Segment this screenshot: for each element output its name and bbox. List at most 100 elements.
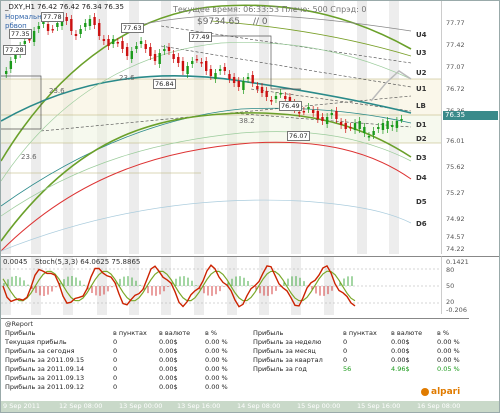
osc-axis: 0.1421 80 50 20 -0.206 [441,256,499,314]
price-tick: 76.01 [446,137,465,145]
report-left-pts: 0 [113,356,118,364]
time-tick: 13 Sep 16:00 [177,402,221,410]
candle-body [228,74,231,79]
candle-body [381,123,385,130]
time-tick: 16 Sep 08:00 [417,402,461,410]
candle-body [302,111,306,113]
candle-body [321,117,324,121]
report-left-pts: 0 [113,383,118,391]
level-label-d4: D4 [416,174,427,182]
fib-zone [1,115,441,143]
candle-body [5,71,8,74]
candle-body [330,113,333,115]
candle-body [9,61,13,69]
stochastic-panel[interactable]: 0.0045 Stoch(5,3,3) 64.0625 75.8865 [1,256,441,315]
level-label-u1: U1 [416,85,427,93]
candle-body [391,125,394,127]
candle-body [163,49,166,51]
report-left-label: Прибыль за 2011.09.12 [5,383,85,391]
candle-body [93,17,96,25]
candle-body [111,39,115,44]
price-badge: 76.84 [153,79,176,89]
candle-body [284,96,287,99]
candle-body [130,51,133,59]
report-right-pts: 0 [343,347,348,355]
level-label-d1: D1 [416,121,427,129]
price-axis[interactable]: 77.77 77.42 77.07 76.72 76.36 76.01 75.6… [441,1,499,254]
candle-body [214,73,217,79]
current-price-marker: 76.35 [443,111,498,120]
time-tick: 9 Sep 2011 [3,402,41,410]
report-left-cur: 0.00$ [159,365,178,373]
candle-body [32,31,36,42]
report-left-pts: в пунктах [113,329,147,337]
osc-tick: 50 [446,282,455,290]
price-tick: 74.22 [446,245,465,253]
price-tick: 75.27 [446,189,465,197]
osc-prefix: 0.0045 [3,258,28,266]
osc-tick: -0.206 [446,306,467,314]
time-tick: 13 Sep 00:00 [119,402,163,410]
server-time: Текущее время: 06:33:53 Плечо: 500 Спрэд… [173,5,367,14]
candle-body [209,69,213,76]
time-axis[interactable]: 9 Sep 2011 12 Sep 08:00 13 Sep 00:00 13 … [1,401,499,412]
candle-body [195,59,199,61]
candle-body [256,86,259,89]
candle-body [158,53,161,64]
ma-blue [0,199,412,252]
report-left-label: Текущая прибыль [5,338,67,346]
report-right-pct: 0.00 % [437,338,460,346]
fib-label: 23.6 [21,153,37,161]
report-left-pct: 0.00 % [205,347,228,355]
balance: $9734.65 [197,17,240,27]
candle-body [51,29,54,31]
ma-red [0,141,412,252]
candle-body [395,121,399,128]
candle-body [260,87,264,93]
report-left-cur: 0.00$ [159,383,178,391]
price-badge: 77.63 [121,23,144,33]
candle-body [125,47,129,56]
candle-body [23,41,27,44]
report-left-pct: 0.00 % [205,365,228,373]
price-tick: 74.92 [446,215,465,223]
candle-body [377,127,380,129]
candle-body [84,23,87,27]
candle-body [311,110,315,113]
report-left-pct: 0.00 % [205,338,228,346]
candle-body [70,19,73,31]
candle-body [353,123,357,130]
report-right-pts: 0 [343,338,348,346]
price-chart-canvas[interactable] [0,1,441,254]
candle-body [37,26,40,29]
report-right-label: Прибыль за год [253,365,307,373]
candle-body [325,117,329,124]
price-tick: 77.77 [446,19,465,27]
candle-body [46,24,50,31]
candle-body [223,67,227,71]
price-chart[interactable]: _DXY,H1 76.42 76.42 76.34 76.35 Нормальн… [0,1,441,254]
report-right-label: Прибыль за месяц [253,347,316,355]
price-tick: 75.62 [446,163,465,171]
report-right-pts: 0 [343,356,348,364]
time-tick: 12 Sep 08:00 [59,402,103,410]
level-label-d3: D3 [416,154,427,162]
report-right-cur: 0.00$ [391,356,410,364]
candle-body [172,54,175,59]
candle-body [270,100,273,102]
report-right-cur: в валюте [391,329,423,337]
report-right-pts: в пунктах [343,329,377,337]
alpari-logo-text: alpari [431,387,461,397]
candle-body [65,17,68,21]
candle-body [274,96,278,99]
report-right-pct: в % [437,329,450,337]
report-left-label: Прибыль за сегодня [5,347,75,355]
time-tick: 15 Sep 00:00 [297,402,341,410]
level-label-lb: LB [416,102,426,110]
candle-body [139,41,143,44]
candle-body [339,122,343,125]
osc-title: Stoch(5,3,3) 64.0625 75.8865 [35,258,141,266]
candle-body [218,69,222,71]
candle-body [74,34,78,36]
candle-body [400,119,403,121]
